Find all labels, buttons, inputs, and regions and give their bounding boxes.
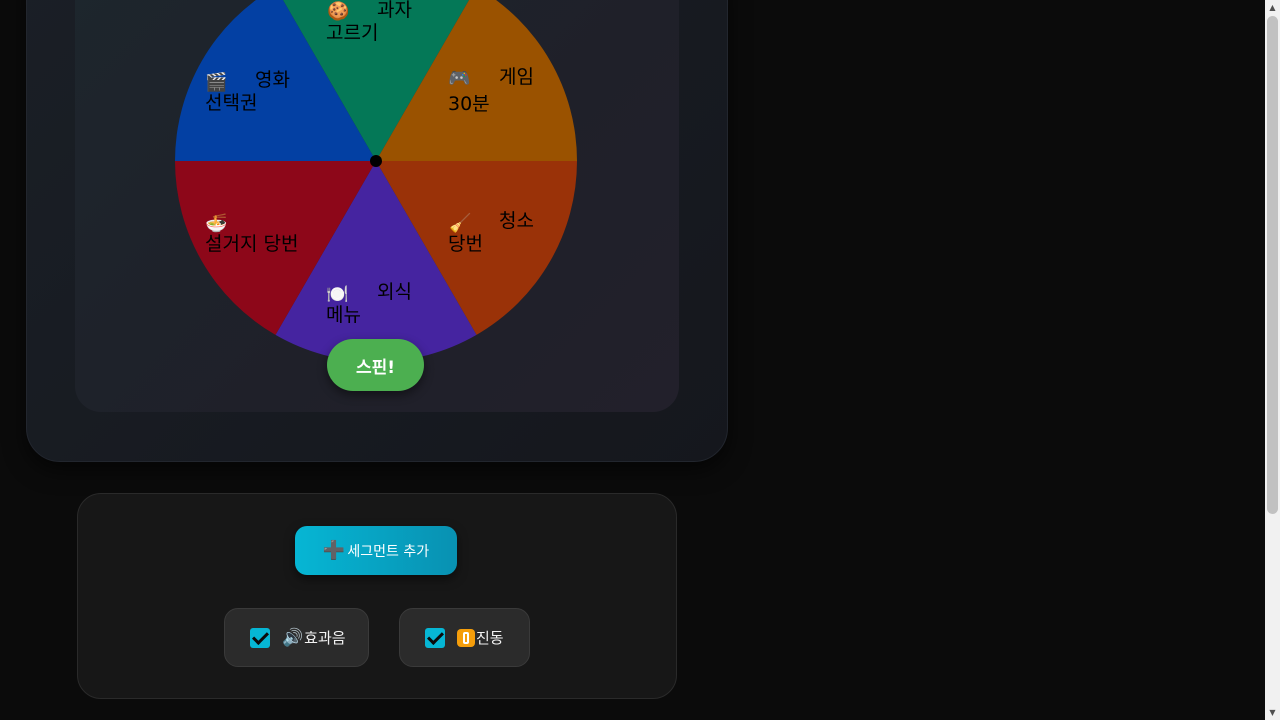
vibration-toggle[interactable]: 진동 — [399, 608, 530, 667]
add-segment-label: 세그먼트 추가 — [347, 543, 430, 560]
scroll-up-icon[interactable]: ▲ — [1265, 0, 1280, 15]
controls-panel — [77, 493, 677, 699]
sound-toggle[interactable]: 🔊 효과음 — [224, 608, 369, 667]
scrollbar[interactable]: ▲ ▼ — [1265, 0, 1280, 720]
plus-icon: ➕ — [322, 540, 346, 561]
sound-checkbox[interactable] — [250, 627, 270, 648]
scrollbar-thumb[interactable] — [1267, 16, 1278, 514]
vibration-icon — [457, 628, 475, 647]
add-segment-button[interactable]: ➕ 세그먼트 추가 — [295, 526, 457, 575]
sound-label: 효과음 — [304, 629, 346, 647]
vibration-label: 진동 — [476, 629, 504, 647]
vibration-checkbox[interactable] — [425, 627, 445, 648]
spin-button[interactable]: 스핀! — [327, 339, 424, 391]
speaker-icon: 🔊 — [282, 627, 304, 648]
scroll-down-icon[interactable]: ▼ — [1265, 705, 1280, 720]
wheel-card — [26, 0, 728, 462]
